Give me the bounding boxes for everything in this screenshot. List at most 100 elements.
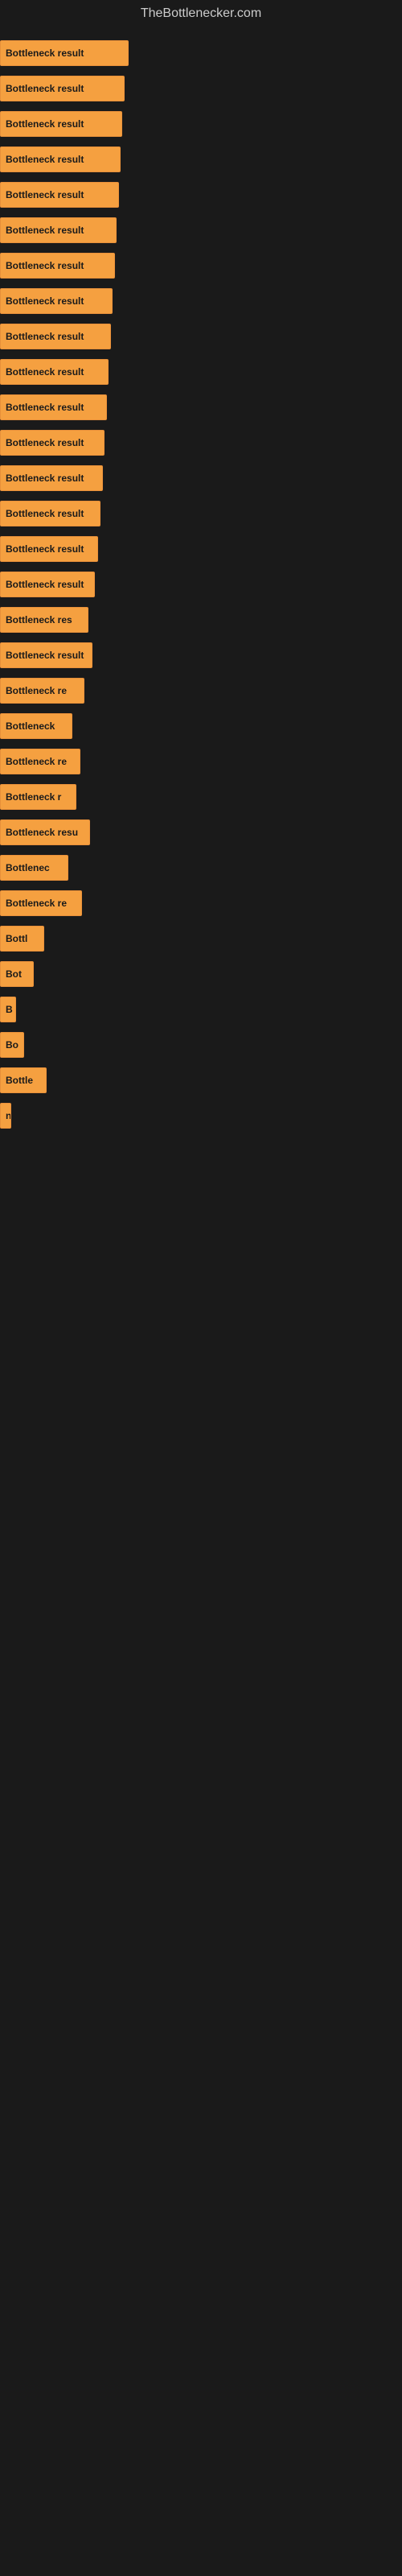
bar-row: B [0, 992, 402, 1027]
bar-label: Bottleneck result [6, 508, 84, 519]
bottleneck-bar[interactable]: Bottleneck result [0, 288, 113, 314]
bar-label: Bottleneck resu [6, 827, 78, 838]
bottleneck-bar[interactable]: Bottleneck result [0, 40, 129, 66]
bar-label: Bottlenec [6, 862, 50, 873]
bar-row: Bottleneck result [0, 496, 402, 531]
bar-label: Bottleneck result [6, 331, 84, 342]
bar-label: Bottleneck result [6, 83, 84, 94]
bar-label: Bottleneck result [6, 154, 84, 165]
bar-label: Bottleneck re [6, 756, 67, 767]
bar-row: Bottleneck result [0, 71, 402, 106]
bar-row: Bottleneck res [0, 602, 402, 638]
bar-row: Bottleneck result [0, 354, 402, 390]
bottleneck-bar[interactable]: Bottleneck result [0, 253, 115, 279]
bar-row: Bottleneck result [0, 425, 402, 460]
bar-row: Bot [0, 956, 402, 992]
bottleneck-bar[interactable]: Bottleneck res [0, 607, 88, 633]
bar-label: Bottleneck result [6, 543, 84, 555]
bottleneck-bar[interactable]: Bottleneck result [0, 430, 105, 456]
bar-label: Bottleneck re [6, 898, 67, 909]
bar-row: n [0, 1098, 402, 1133]
bar-row: Bottleneck re [0, 744, 402, 779]
bar-row: Bottleneck result [0, 213, 402, 248]
bar-row: Bottl [0, 921, 402, 956]
bottleneck-bar[interactable]: Bottleneck result [0, 76, 125, 101]
bar-label: B [6, 1004, 13, 1015]
bottleneck-bar[interactable]: Bottlenec [0, 855, 68, 881]
bar-label: Bottleneck result [6, 650, 84, 661]
bar-label: Bottleneck result [6, 118, 84, 130]
bar-label: Bo [6, 1039, 18, 1051]
bar-label: Bottleneck result [6, 437, 84, 448]
bar-row: Bottleneck result [0, 531, 402, 567]
bottleneck-bar[interactable]: Bottleneck r [0, 784, 76, 810]
bar-row: Bo [0, 1027, 402, 1063]
bottleneck-bar[interactable]: Bottleneck re [0, 678, 84, 704]
bar-label: Bottleneck result [6, 189, 84, 200]
bar-row: Bottleneck result [0, 638, 402, 673]
bar-row: Bottleneck re [0, 886, 402, 921]
bar-row: Bottleneck result [0, 319, 402, 354]
bar-label: Bottle [6, 1075, 33, 1086]
bars-container: Bottleneck result Bottleneck result Bottle… [0, 27, 402, 1319]
bar-row: Bottleneck result [0, 177, 402, 213]
bar-row: Bottleneck re [0, 673, 402, 708]
bar-row: Bottleneck resu [0, 815, 402, 850]
bottleneck-bar[interactable]: Bottleneck result [0, 359, 109, 385]
bottleneck-bar[interactable]: Bottleneck [0, 713, 72, 739]
bar-label: Bottleneck result [6, 260, 84, 271]
bar-label: Bottleneck result [6, 473, 84, 484]
bottleneck-bar[interactable]: Bottleneck result [0, 572, 95, 597]
bar-label: Bottl [6, 933, 27, 944]
bar-row: Bottleneck result [0, 390, 402, 425]
bar-label: n [6, 1110, 11, 1121]
bottleneck-bar[interactable]: n [0, 1103, 11, 1129]
bar-row: Bottlenec [0, 850, 402, 886]
bar-label: Bottleneck result [6, 366, 84, 378]
bottleneck-bar[interactable]: Bottleneck result [0, 217, 117, 243]
bar-row: Bottleneck result [0, 567, 402, 602]
bottleneck-bar[interactable]: Bottleneck result [0, 642, 92, 668]
bottleneck-bar[interactable]: B [0, 997, 16, 1022]
bar-row: Bottleneck result [0, 283, 402, 319]
bar-label: Bot [6, 968, 22, 980]
site-title: TheBottlenecker.com [0, 0, 402, 27]
bottleneck-bar[interactable]: Bottleneck result [0, 394, 107, 420]
bottleneck-bar[interactable]: Bottleneck resu [0, 819, 90, 845]
bottleneck-bar[interactable]: Bottl [0, 926, 44, 952]
bar-label: Bottleneck result [6, 579, 84, 590]
bar-row [0, 1133, 402, 1169]
bar-label: Bottleneck res [6, 614, 72, 625]
bottleneck-bar[interactable]: Bo [0, 1032, 24, 1058]
bar-label: Bottleneck result [6, 402, 84, 413]
bar-label: Bottleneck re [6, 685, 67, 696]
bottleneck-bar[interactable]: Bottleneck result [0, 465, 103, 491]
bar-label: Bottleneck [6, 720, 55, 732]
bottleneck-bar[interactable]: Bottleneck result [0, 111, 122, 137]
bottleneck-bar[interactable]: Bottleneck result [0, 324, 111, 349]
bar-row: Bottleneck result [0, 460, 402, 496]
bar-row: Bottleneck result [0, 106, 402, 142]
bar-label: Bottleneck r [6, 791, 61, 803]
bottleneck-bar[interactable]: Bottleneck result [0, 147, 121, 172]
bar-row: Bottleneck r [0, 779, 402, 815]
bar-label: Bottleneck result [6, 295, 84, 307]
bar-row [0, 1275, 402, 1311]
bottleneck-bar[interactable]: Bottle [0, 1067, 47, 1093]
bottleneck-bar[interactable]: Bottleneck re [0, 890, 82, 916]
bar-label: Bottleneck result [6, 47, 84, 59]
bar-row: Bottleneck result [0, 35, 402, 71]
bottleneck-bar[interactable]: Bottleneck result [0, 536, 98, 562]
bottleneck-bar[interactable]: Bottleneck result [0, 182, 119, 208]
bar-row: Bottleneck result [0, 142, 402, 177]
bar-row: Bottleneck [0, 708, 402, 744]
bottleneck-bar[interactable]: Bottleneck re [0, 749, 80, 774]
bar-row [0, 1169, 402, 1204]
bottleneck-bar[interactable]: Bottleneck result [0, 501, 100, 526]
bar-row: Bottle [0, 1063, 402, 1098]
bar-label: Bottleneck result [6, 225, 84, 236]
bar-row [0, 1204, 402, 1240]
bar-row: Bottleneck result [0, 248, 402, 283]
bar-row [0, 1240, 402, 1275]
bottleneck-bar[interactable]: Bot [0, 961, 34, 987]
